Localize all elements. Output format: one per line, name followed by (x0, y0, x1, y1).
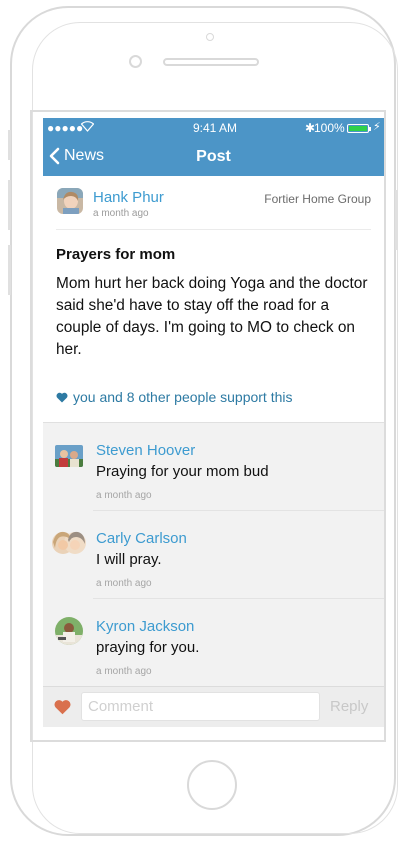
comment-input[interactable] (81, 692, 320, 721)
comment-item: Steven Hoover Praying for your mom bud a… (43, 423, 384, 511)
commenter-avatar[interactable] (55, 445, 83, 467)
comment-item: Kyron Jackson praying for you. a month a… (43, 599, 384, 687)
front-camera (129, 55, 142, 68)
heart-icon (56, 392, 68, 402)
home-button[interactable] (187, 760, 237, 810)
proximity-sensor (206, 33, 214, 41)
volume-up-button (8, 180, 11, 230)
comment-time-ago: a month ago (96, 490, 152, 501)
mute-switch (8, 130, 11, 160)
page-title: Post (196, 148, 231, 165)
app-screen: ●●●●● 9:41 AM ✱ 100% ⚡ News Post Hank Ph… (43, 118, 384, 727)
battery-percent: 100% (314, 121, 345, 135)
comment-composer: Reply (43, 686, 384, 727)
comment-time-ago: a month ago (96, 666, 152, 677)
post-card: Hank Phur a month ago Fortier Home Group… (43, 176, 384, 423)
comment-text: praying for you. (96, 639, 200, 656)
post-time-ago: a month ago (93, 208, 149, 219)
volume-down-button (8, 245, 11, 295)
status-bar: ●●●●● 9:41 AM ✱ 100% ⚡ (43, 118, 384, 138)
support-text: you and 8 other people support this (73, 389, 293, 405)
support-link[interactable]: you and 8 other people support this (56, 389, 293, 405)
commenter-name[interactable]: Carly Carlson (96, 530, 187, 547)
comment-text: Praying for your mom bud (96, 463, 269, 480)
power-button (395, 190, 398, 250)
wifi-icon (80, 121, 95, 135)
comment-text: I will pray. (96, 551, 162, 568)
comment-item: Carly Carlson I will pray. a month ago (43, 511, 384, 599)
reply-button[interactable]: Reply (330, 698, 368, 715)
earpiece-speaker (163, 58, 259, 66)
comment-time-ago: a month ago (96, 578, 152, 589)
divider (56, 229, 371, 230)
navigation-bar: News Post (43, 138, 384, 176)
heart-icon[interactable] (53, 699, 72, 720)
author-avatar[interactable] (57, 188, 83, 214)
post-group-name[interactable]: Fortier Home Group (264, 192, 371, 206)
signal-strength: ●●●●● (47, 121, 84, 135)
commenter-avatar[interactable] (52, 528, 86, 558)
post-body: Mom hurt her back doing Yoga and the doc… (56, 275, 368, 358)
post-title: Prayers for mom (56, 246, 176, 263)
commenter-name[interactable]: Kyron Jackson (96, 618, 194, 635)
post-author-name[interactable]: Hank Phur (93, 189, 164, 206)
commenter-name[interactable]: Steven Hoover (96, 442, 195, 459)
charging-icon: ⚡ (373, 121, 381, 133)
battery-icon (347, 124, 369, 133)
battery-tip (369, 127, 371, 131)
commenter-avatar[interactable] (55, 617, 83, 645)
status-time: 9:41 AM (193, 121, 238, 135)
